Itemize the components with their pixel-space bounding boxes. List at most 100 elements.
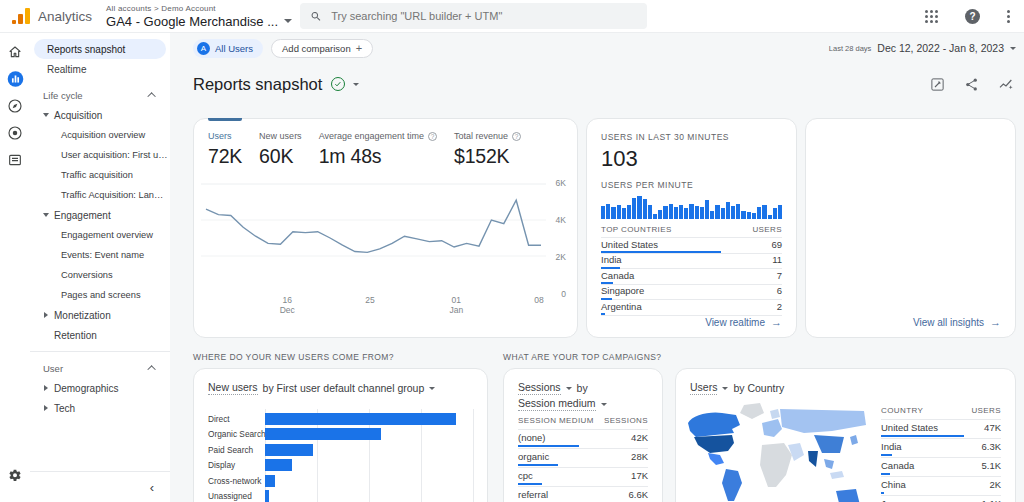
share-icon[interactable] xyxy=(964,77,979,92)
add-comparison-button[interactable]: Add comparison+ xyxy=(271,39,373,58)
row-label: India xyxy=(881,442,902,452)
channel-row-unassigned[interactable]: Unassigned xyxy=(208,489,473,502)
sidebar-item-engagement-overview[interactable]: Engagement overview xyxy=(30,225,170,245)
table-row[interactable]: Canada5.1K xyxy=(881,458,1001,477)
channel-row-display[interactable]: Display xyxy=(208,458,473,474)
apps-grid-icon[interactable] xyxy=(925,10,938,23)
table-row[interactable]: United States47K xyxy=(881,420,1001,439)
minute-bar xyxy=(637,196,641,219)
sidebar-item-reports-snapshot[interactable]: Reports snapshot xyxy=(34,39,166,59)
sidebar-item-user-acquisition-first-user-[interactable]: User acquisition: First user ... xyxy=(30,145,170,165)
data-quality-check-icon[interactable] xyxy=(331,77,345,91)
channel-bar-chart[interactable]: DirectOrganic SearchPaid SearchDisplayCr… xyxy=(208,411,473,502)
admin-settings-icon[interactable] xyxy=(7,467,24,484)
search-input[interactable] xyxy=(331,10,637,22)
view-realtime-link[interactable]: View realtime→ xyxy=(705,316,782,328)
customize-report-icon[interactable] xyxy=(930,77,945,92)
map-indonesia xyxy=(830,471,844,479)
table-row[interactable]: organic28K xyxy=(518,449,648,468)
date-range-picker[interactable]: Last 28 days Dec 12, 2022 - Jan 8, 2023 xyxy=(829,42,1016,54)
metric-new-users[interactable]: New users60K xyxy=(259,131,302,168)
minute-bar xyxy=(648,205,652,219)
insights-icon[interactable] xyxy=(998,76,1014,92)
table-row[interactable]: China2K xyxy=(881,477,1001,496)
map-south-america xyxy=(722,469,742,501)
explore-icon[interactable] xyxy=(7,97,24,114)
channel-row-direct[interactable]: Direct xyxy=(208,411,473,427)
metric-users[interactable]: Users72K xyxy=(208,131,242,168)
minute-bar xyxy=(710,211,714,219)
metric-average-engagement-time[interactable]: Average engagement time?1m 48s xyxy=(319,131,437,168)
sidebar-item-realtime[interactable]: Realtime xyxy=(34,59,166,79)
row-value: 2 xyxy=(777,302,782,312)
more-options-icon[interactable] xyxy=(1007,10,1010,23)
all-users-segment-pill[interactable]: A All Users xyxy=(193,39,263,58)
table-row[interactable]: Japan1.1K xyxy=(881,496,1001,502)
sidebar-group-engagement[interactable]: Engagement xyxy=(30,205,170,225)
minute-bar xyxy=(669,204,673,219)
channel-row-paid-search[interactable]: Paid Search xyxy=(208,442,473,458)
metric-label: New users xyxy=(259,131,302,141)
group-label: Engagement xyxy=(54,210,111,221)
collapse-sidebar-icon[interactable]: ‹ xyxy=(150,480,154,495)
map-australia xyxy=(836,489,860,502)
table-row[interactable]: India11 xyxy=(601,254,782,270)
sidebar-group-monetization[interactable]: Monetization xyxy=(30,305,170,325)
campaign-metric-control[interactable]: Sessions by xyxy=(518,381,648,395)
map-scandinavia xyxy=(770,409,780,419)
breadcrumb[interactable]: All accounts > Demo Account xyxy=(106,4,292,13)
minute-bar xyxy=(778,205,782,219)
row-label: referral xyxy=(518,490,548,500)
minute-bar xyxy=(726,202,730,219)
sidebar-item-traffic-acquisition[interactable]: Traffic acquisition xyxy=(30,165,170,185)
analytics-logo-icon[interactable] xyxy=(12,8,30,24)
users-per-minute-bar-chart[interactable] xyxy=(601,195,782,219)
campaign-dimension-control[interactable]: Session medium xyxy=(518,397,648,411)
active-metric-indicator xyxy=(208,118,242,121)
table-row[interactable]: (none)42K xyxy=(518,430,648,449)
channel-row-organic-search[interactable]: Organic Search xyxy=(208,427,473,443)
row-bar xyxy=(518,445,579,447)
table-row[interactable]: Singapore6 xyxy=(601,285,782,301)
sidebar-divider xyxy=(30,351,170,352)
sidebar-item-acquisition-overview[interactable]: Acquisition overview xyxy=(30,125,170,145)
table-row[interactable]: Canada7 xyxy=(601,269,782,285)
table-row[interactable]: Argentina2 xyxy=(601,300,782,316)
sidebar-item-pages-and-screens[interactable]: Pages and screens xyxy=(30,285,170,305)
users-trend-line-chart[interactable] xyxy=(201,176,546,292)
sidebar-section-life-cycle[interactable]: Life cycle xyxy=(30,85,170,105)
metric-total-revenue[interactable]: Total revenue?$152K xyxy=(454,131,521,168)
channel-chart-control[interactable]: New users by First user default channel … xyxy=(208,381,473,395)
table-row[interactable]: referral6.6K xyxy=(518,487,648,502)
search-bar[interactable] xyxy=(300,3,647,29)
country-chart-control[interactable]: Users by Country xyxy=(690,381,1001,395)
sidebar-section-user[interactable]: User xyxy=(30,358,170,378)
plus-icon: + xyxy=(356,43,362,54)
chevron-down-icon[interactable] xyxy=(353,83,359,86)
sidebar-item-retention[interactable]: Retention xyxy=(30,325,170,345)
sidebar-group-acquisition[interactable]: Acquisition xyxy=(30,105,170,125)
table-row[interactable]: United States69 xyxy=(601,238,782,254)
help-icon[interactable]: ? xyxy=(965,9,980,24)
sidebar-item-conversions[interactable]: Conversions xyxy=(30,265,170,285)
channel-bar xyxy=(265,490,269,502)
minute-bar xyxy=(721,208,725,219)
table-row[interactable]: cpc17K xyxy=(518,468,648,487)
sidebar-group-demographics[interactable]: Demographics xyxy=(30,378,170,398)
sidebar-item-traffic-acquisition-landin-[interactable]: Traffic Acquisition: Landin... xyxy=(30,185,170,205)
channel-row-cross-network[interactable]: Cross-network xyxy=(208,473,473,489)
advertising-icon[interactable] xyxy=(7,124,24,141)
minute-bar xyxy=(731,206,735,219)
library-icon[interactable] xyxy=(7,151,24,168)
row-label: India xyxy=(601,255,622,265)
table-row[interactable]: India6.3K xyxy=(881,439,1001,458)
view-all-insights-link[interactable]: View all insights→ xyxy=(913,316,1001,328)
property-selector[interactable]: GA4 - Google Merchandise ... xyxy=(106,14,292,29)
sidebar-group-tech[interactable]: Tech xyxy=(30,398,170,418)
minute-bar xyxy=(653,214,657,219)
reports-icon[interactable] xyxy=(7,70,24,87)
sidebar-item-events-event-name[interactable]: Events: Event name xyxy=(30,245,170,265)
map-africa xyxy=(760,443,792,487)
world-map[interactable] xyxy=(682,403,872,502)
home-icon[interactable] xyxy=(7,43,24,60)
